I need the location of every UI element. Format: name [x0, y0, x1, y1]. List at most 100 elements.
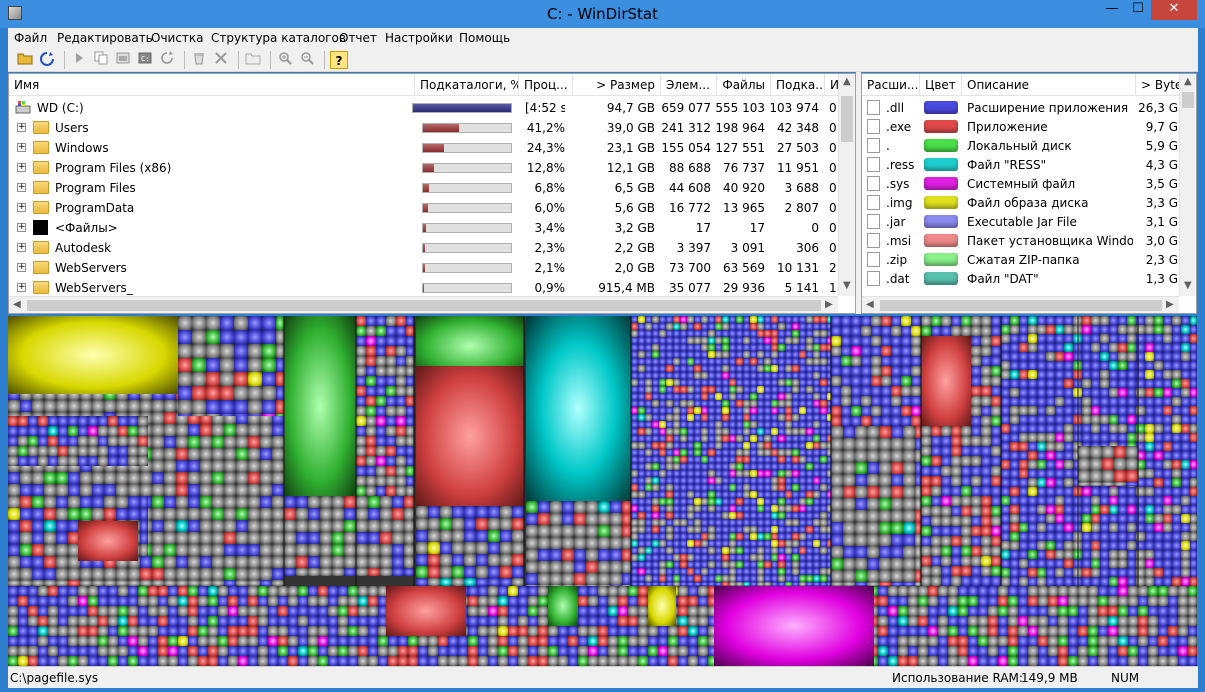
- treemap-tile[interactable]: [938, 616, 948, 626]
- treemap-tile[interactable]: [128, 636, 138, 646]
- treemap-tile[interactable]: [1114, 458, 1126, 470]
- treemap-tile[interactable]: [622, 549, 631, 561]
- treemap-tile[interactable]: [188, 568, 200, 580]
- treemap-tile[interactable]: [1172, 550, 1181, 559]
- treemap-tile[interactable]: [991, 326, 1001, 336]
- treemap-tile[interactable]: [729, 421, 736, 428]
- treemap-tile[interactable]: [598, 525, 610, 537]
- treemap-tile[interactable]: [128, 656, 138, 666]
- treemap-tile[interactable]: [192, 414, 206, 416]
- treemap-tile[interactable]: [328, 616, 338, 626]
- treemap-tile[interactable]: [1163, 433, 1172, 442]
- treemap-tile[interactable]: [931, 496, 941, 506]
- treemap-tile[interactable]: [750, 379, 757, 386]
- treemap-tile[interactable]: [68, 568, 80, 580]
- treemap-tile[interactable]: [1046, 406, 1055, 415]
- treemap-tile[interactable]: [715, 463, 722, 470]
- treemap-tile[interactable]: [938, 606, 948, 616]
- treemap-tile[interactable]: [526, 537, 538, 549]
- treemap-tile[interactable]: [368, 532, 380, 544]
- treemap-tile[interactable]: [380, 532, 392, 544]
- treemap-tile[interactable]: [688, 656, 698, 666]
- treemap-tile[interactable]: [1078, 596, 1088, 606]
- treemap-tile[interactable]: [687, 519, 694, 526]
- treemap-tile[interactable]: [851, 386, 861, 396]
- treemap-tile[interactable]: [813, 330, 820, 337]
- treemap-tile[interactable]: [1128, 636, 1138, 646]
- treemap-tile[interactable]: [1172, 370, 1181, 379]
- treemap-tile[interactable]: [806, 386, 813, 393]
- treemap-tile[interactable]: [48, 456, 58, 466]
- treemap-tile[interactable]: [48, 446, 58, 456]
- treemap-tile[interactable]: [806, 421, 813, 428]
- treemap-tile[interactable]: [178, 400, 192, 414]
- treemap-tile[interactable]: [380, 544, 392, 556]
- treemap-tile[interactable]: [458, 656, 468, 666]
- treemap-tile[interactable]: [764, 414, 771, 421]
- treemap-tile[interactable]: [729, 344, 736, 351]
- treemap-tile[interactable]: [764, 407, 771, 414]
- treemap-tile[interactable]: [971, 396, 981, 406]
- treemap-tile[interactable]: [8, 580, 20, 586]
- treemap-tile[interactable]: [891, 438, 903, 450]
- treemap-tile[interactable]: [820, 463, 827, 470]
- treemap-tile[interactable]: [386, 396, 396, 406]
- treemap-tile[interactable]: [750, 470, 757, 477]
- treemap-tile[interactable]: [806, 379, 813, 386]
- treemap-tile[interactable]: [778, 337, 785, 344]
- treemap-tile[interactable]: [128, 496, 140, 508]
- treemap-tile[interactable]: [1127, 433, 1136, 442]
- treemap-tile[interactable]: [78, 446, 88, 456]
- treemap-tile[interactable]: [694, 505, 701, 512]
- treemap-tile[interactable]: [348, 656, 358, 666]
- treemap-tile[interactable]: [164, 496, 176, 508]
- treemap-tile[interactable]: [622, 573, 631, 585]
- treemap-tile[interactable]: [715, 351, 722, 358]
- treemap-tile[interactable]: [508, 606, 518, 616]
- treemap-tile[interactable]: [951, 496, 961, 506]
- treemap-tile[interactable]: [673, 561, 680, 568]
- table-row[interactable]: + Windows 24,3% 23,1 GB 155 054 127 551 27 503…: [9, 138, 838, 158]
- treemap-tile[interactable]: [1001, 577, 1010, 586]
- treemap-tile[interactable]: [861, 326, 871, 336]
- treemap-tile[interactable]: [855, 534, 867, 546]
- treemap-tile[interactable]: [750, 484, 757, 491]
- treemap-tile[interactable]: [645, 505, 652, 512]
- treemap-tile[interactable]: [1001, 397, 1010, 406]
- treemap-tile[interactable]: [1181, 568, 1190, 577]
- treemap-tile[interactable]: [1188, 616, 1197, 626]
- treemap-tile[interactable]: [652, 428, 659, 435]
- treemap-tile[interactable]: [911, 316, 921, 326]
- treemap-tile[interactable]: [28, 416, 38, 426]
- treemap-tile[interactable]: [1154, 496, 1163, 505]
- treemap-tile[interactable]: [8, 316, 178, 394]
- treemap-tile[interactable]: [708, 358, 715, 365]
- treemap-tile[interactable]: [771, 372, 778, 379]
- treemap-tile[interactable]: [645, 393, 652, 400]
- treemap-tile[interactable]: [1181, 460, 1190, 469]
- treemap-tile[interactable]: [631, 421, 638, 428]
- treemap-tile[interactable]: [708, 449, 715, 456]
- treemap-tile[interactable]: [116, 568, 128, 580]
- treemap-tile[interactable]: [262, 330, 276, 344]
- treemap-tile[interactable]: [941, 486, 951, 496]
- treemap-tile[interactable]: [1082, 343, 1091, 352]
- treemap-tile[interactable]: [687, 491, 694, 498]
- treemap-tile[interactable]: [701, 505, 708, 512]
- treemap-tile[interactable]: [652, 505, 659, 512]
- treemap-tile[interactable]: [698, 626, 708, 636]
- menu-report[interactable]: Отчет: [339, 31, 377, 45]
- treemap-tile[interactable]: [764, 365, 771, 372]
- treemap-tile[interactable]: [1127, 361, 1136, 370]
- treemap-tile[interactable]: [1098, 646, 1108, 656]
- treemap-tile[interactable]: [1100, 568, 1109, 577]
- treemap-tile[interactable]: [867, 450, 879, 462]
- treemap-tile[interactable]: [1010, 478, 1019, 487]
- treemap-tile[interactable]: [648, 646, 658, 656]
- treemap-tile[interactable]: [58, 656, 68, 666]
- treemap-tile[interactable]: [785, 547, 792, 554]
- treemap-tile[interactable]: [366, 326, 376, 336]
- treemap-tile[interactable]: [743, 386, 750, 393]
- treemap-tile[interactable]: [568, 656, 578, 666]
- treemap-tile[interactable]: [1064, 496, 1073, 505]
